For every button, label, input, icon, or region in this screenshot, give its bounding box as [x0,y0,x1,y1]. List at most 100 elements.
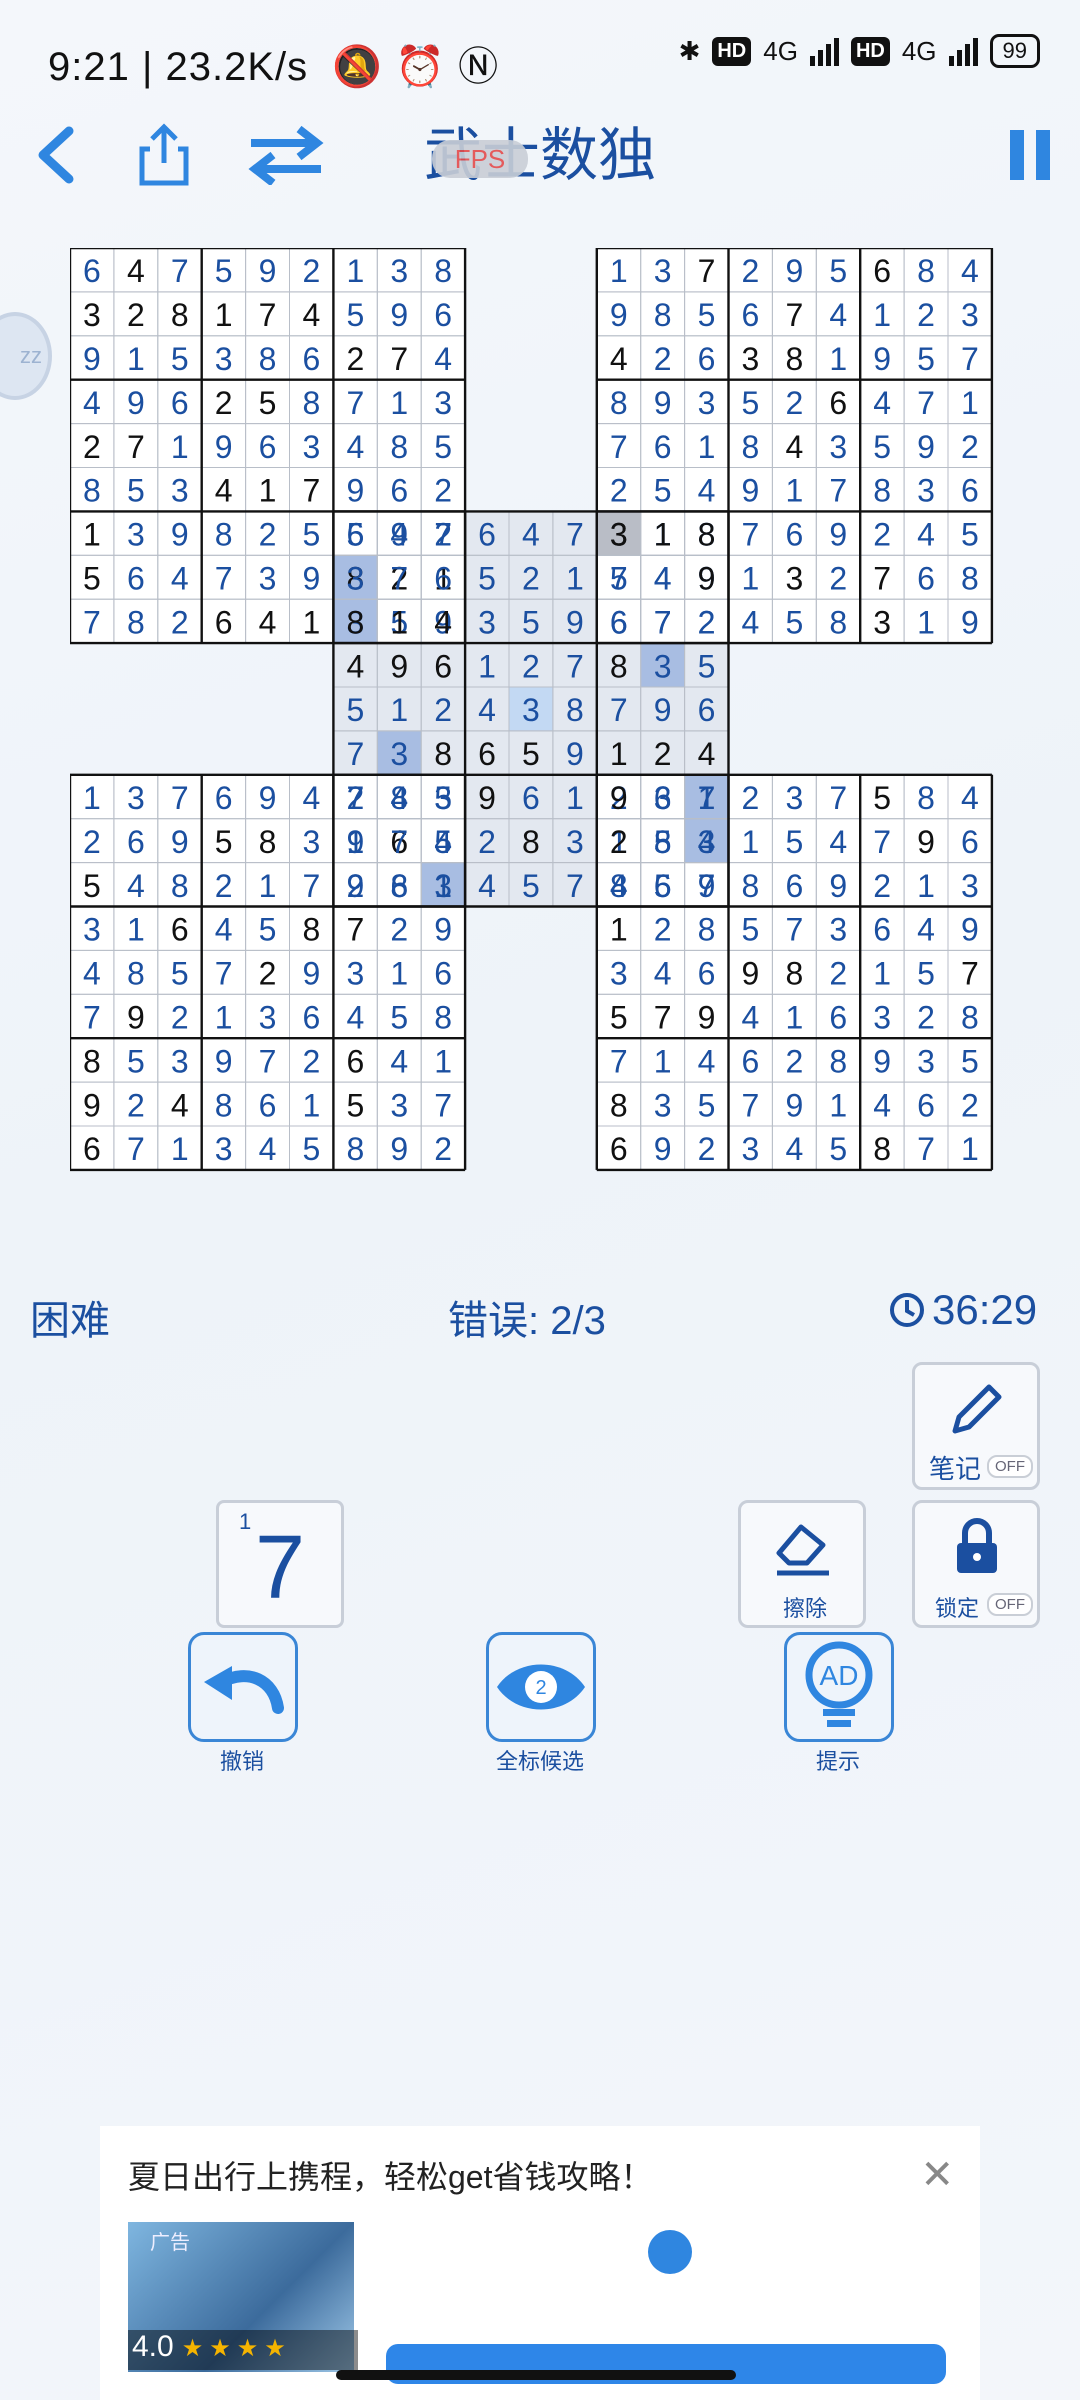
cell-digit: 5 [83,561,101,597]
eraser-icon [776,1524,829,1576]
cell-digit: 1 [215,297,233,333]
ad-rating-value: 4.0 [132,2330,174,2363]
cell-digit: 1 [390,385,408,421]
samurai-sudoku-board[interactable]: 6475921383281745969153862744962587132719… [68,246,1000,1183]
cell-digit: 1 [390,956,408,992]
cell-digit: 9 [654,692,672,728]
cell-digit: 9 [346,473,364,509]
cell-digit: 6 [171,912,189,948]
cell-digit: 8 [303,912,321,948]
network-speed: 23.2K/s [165,45,309,89]
cell-digit: 8 [785,956,803,992]
cell-digit: 5 [698,1087,716,1123]
cell-digit: 4 [434,824,452,860]
cell-digit: 4 [961,253,979,289]
cell-digit: 8 [610,1087,628,1123]
cell-digit: 3 [171,1043,189,1079]
cell-digit: 7 [610,429,628,465]
cell-digit: 6 [434,956,452,992]
cell-digit: 8 [215,517,233,553]
cell-digit: 4 [917,912,935,948]
cell-digit: 8 [917,780,935,816]
cell-digit: 5 [742,385,760,421]
cell-digit: 1 [610,736,628,772]
cell-digit: 8 [259,824,277,860]
cell-digit: 1 [434,1043,452,1079]
cell-digit: 6 [434,297,452,333]
cell-digit: 1 [346,824,364,860]
cell-digit: 4 [346,1000,364,1036]
cell-digit: 3 [785,780,803,816]
cell-digit: 6 [654,429,672,465]
network-type: 4G [763,35,798,66]
cell-digit: 4 [654,561,672,597]
cell-digit: 7 [742,517,760,553]
cell-digit: 8 [873,1131,891,1167]
board-grid[interactable]: 6 4 7 5 9 2 1 3 83 2 8 1 7 4 5 9 69 1 5 3 8 6 2 7 44 9 6 2 5 8 7 1 32 7 1 9… [68,246,1000,1178]
cell-digit: 9 [654,385,672,421]
cell-digit: 4 [303,297,321,333]
cell-digit: 3 [390,1087,408,1123]
cell-digit: 7 [654,604,672,640]
cell-digit: 6 [390,868,408,904]
close-icon[interactable]: ✕ [920,2152,954,2198]
number-pad-7[interactable]: 1 7 [216,1500,344,1628]
cell-digit: 3 [829,912,847,948]
cell-digit: 7 [83,604,101,640]
cell-digit: 1 [610,912,628,948]
erase-button[interactable]: 擦除 [738,1500,866,1628]
cell-digit: 6 [785,517,803,553]
cell-digit: 9 [566,604,584,640]
status-indicators: ✱ HD 4G HD 4G 99 [679,34,1040,68]
eye-icon: 2 [497,1664,585,1710]
cell-digit: 9 [698,561,716,597]
cell-digit: 6 [917,1087,935,1123]
cell-digit: 2 [742,780,760,816]
cell-digit: 4 [83,956,101,992]
cell-digit: 1 [785,1000,803,1036]
cell-digit: 2 [654,912,672,948]
cell-digit: 9 [698,1000,716,1036]
cell-digit: 6 [303,341,321,377]
cell-digit: 4 [785,429,803,465]
notes-button[interactable]: 笔记 OFF [912,1362,1040,1490]
cell-digit: 7 [610,1043,628,1079]
cell-digit: 8 [654,297,672,333]
cell-digit: 8 [127,604,145,640]
cell-digit: 3 [698,824,716,860]
floating-assistant-bubble[interactable]: zz [0,312,52,400]
cell-digit: 7 [346,912,364,948]
cell-digit: 7 [873,824,891,860]
cell-digit: 9 [742,473,760,509]
cell-digit: 6 [83,253,101,289]
cell-digit: 1 [566,780,584,816]
cell-digit: 7 [171,780,189,816]
undo-button[interactable] [188,1632,298,1742]
lock-button[interactable]: 锁定 OFF [912,1500,1040,1628]
fps-badge: FPS [432,140,528,178]
hint-button[interactable]: AD [784,1632,894,1742]
cell-digit: 9 [610,780,628,816]
cell-digit: 9 [829,517,847,553]
cell-digit: 4 [478,692,496,728]
cell-digit: 9 [829,868,847,904]
cell-digit: 4 [259,1131,277,1167]
pause-button[interactable] [980,100,1080,210]
cell-digit: 8 [434,253,452,289]
cell-digit: 6 [961,473,979,509]
cell-digit: 1 [83,517,101,553]
cell-digit: 2 [522,561,540,597]
show-candidates-label: 全标候选 [495,1749,584,1774]
cell-digit: 3 [873,604,891,640]
show-candidates-button[interactable]: 2 [486,1632,596,1742]
cell-digit: 9 [303,956,321,992]
cell-digit: 2 [346,780,364,816]
hd-badge-2: HD [850,36,890,66]
ad-banner[interactable]: 夏日出行上携程，轻松get省钱攻略！ ✕ 广告 4.0 ★★★★ [100,2126,980,2400]
difficulty-label: 困难 [30,1299,110,1343]
cell-digit: 9 [215,1043,233,1079]
status-time: 9:21 [48,45,130,89]
cell-digit: 7 [390,561,408,597]
cell-digit: 8 [829,1043,847,1079]
cell-digit: 6 [785,868,803,904]
